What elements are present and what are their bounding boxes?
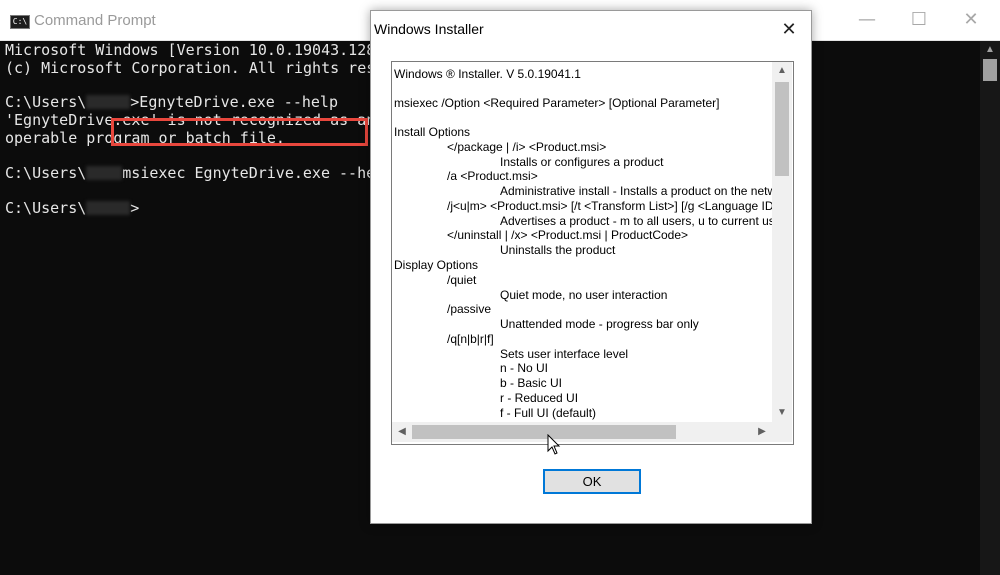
help-line: msiexec /Option <Required Parameter> [Op… (394, 96, 720, 110)
cmd-window-title: Command Prompt (34, 12, 156, 29)
cmd-scroll-thumb[interactable] (983, 59, 997, 81)
horizontal-scroll-thumb[interactable] (412, 425, 676, 439)
help-line: Advertises a product - m to all users, u… (500, 214, 772, 228)
help-line: Administrative install - Installs a prod… (500, 184, 772, 198)
console-line: C:\Users\ >EgnyteDrive.exe --help (5, 93, 338, 111)
help-line: n - No UI (500, 361, 549, 375)
vertical-scroll-thumb[interactable] (775, 82, 789, 176)
dialog-title: Windows Installer (374, 21, 484, 37)
redacted-username (86, 166, 123, 180)
help-line: Install Options (394, 125, 471, 139)
help-line: Uninstalls the product (500, 243, 616, 257)
scrollbar-corner (772, 422, 792, 442)
help-line: </package | /i> <Product.msi> (447, 140, 607, 154)
command-highlight-box (111, 118, 368, 146)
ok-button[interactable]: OK (543, 469, 641, 494)
help-horizontal-scrollbar[interactable]: ◀ ▶ (392, 422, 772, 442)
cmd-app-icon: C:\ (10, 15, 30, 29)
scroll-down-arrow-icon[interactable]: ▼ (772, 404, 792, 422)
help-line: f - Full UI (default) (500, 406, 597, 420)
help-line: b - Basic UI (500, 376, 563, 390)
help-line: </uninstall | /x> <Product.msi | Product… (447, 228, 689, 242)
help-line: Display Options (394, 258, 479, 272)
console-line: Microsoft Windows [Version 10.0.19043.12… (5, 41, 394, 59)
help-line: /q[n|b|r|f] (447, 332, 494, 346)
dialog-close-button[interactable]: ✕ (767, 11, 811, 49)
redacted-username (86, 201, 131, 215)
console-line: (c) Microsoft Corporation. All rights re… (5, 59, 412, 77)
help-text-box[interactable]: Windows ® Installer. V 5.0.19041.1 msiex… (391, 61, 794, 445)
redacted-username (86, 95, 131, 109)
help-line: Windows ® Installer. V 5.0.19041.1 (394, 67, 581, 81)
help-text-content: Windows ® Installer. V 5.0.19041.1 msiex… (392, 62, 772, 422)
help-line: r - Reduced UI (500, 391, 579, 405)
windows-installer-dialog: Windows Installer ✕ Windows ® Installer.… (370, 10, 812, 524)
help-line: /quiet (447, 273, 477, 287)
scroll-up-arrow-icon[interactable]: ▲ (980, 41, 1000, 59)
scroll-left-arrow-icon[interactable]: ◀ (392, 422, 412, 442)
maximize-button[interactable]: ☐ (894, 0, 944, 40)
scroll-right-arrow-icon[interactable]: ▶ (752, 422, 772, 442)
help-line: Unattended mode - progress bar only (500, 317, 699, 331)
help-line: Installs or configures a product (500, 155, 664, 169)
scroll-up-arrow-icon[interactable]: ▲ (772, 62, 792, 80)
help-vertical-scrollbar[interactable]: ▲ ▼ (772, 62, 792, 422)
help-line: /j<u|m> <Product.msi> [/t <Transform Lis… (447, 199, 772, 213)
mouse-cursor-icon (547, 434, 561, 455)
minimize-button[interactable]: — (842, 0, 892, 40)
help-line: /a <Product.msi> (447, 169, 538, 183)
cmd-vertical-scrollbar[interactable]: ▲ (980, 41, 1000, 575)
console-line: C:\Users\ > (5, 199, 140, 217)
help-line: Quiet mode, no user interaction (500, 288, 668, 302)
help-line: Sets user interface level (500, 347, 629, 361)
console-line: C:\Users\ msiexec EgnyteDrive.exe --help (5, 164, 394, 182)
close-button[interactable]: ✕ (946, 0, 996, 40)
help-line: /passive (447, 302, 492, 316)
